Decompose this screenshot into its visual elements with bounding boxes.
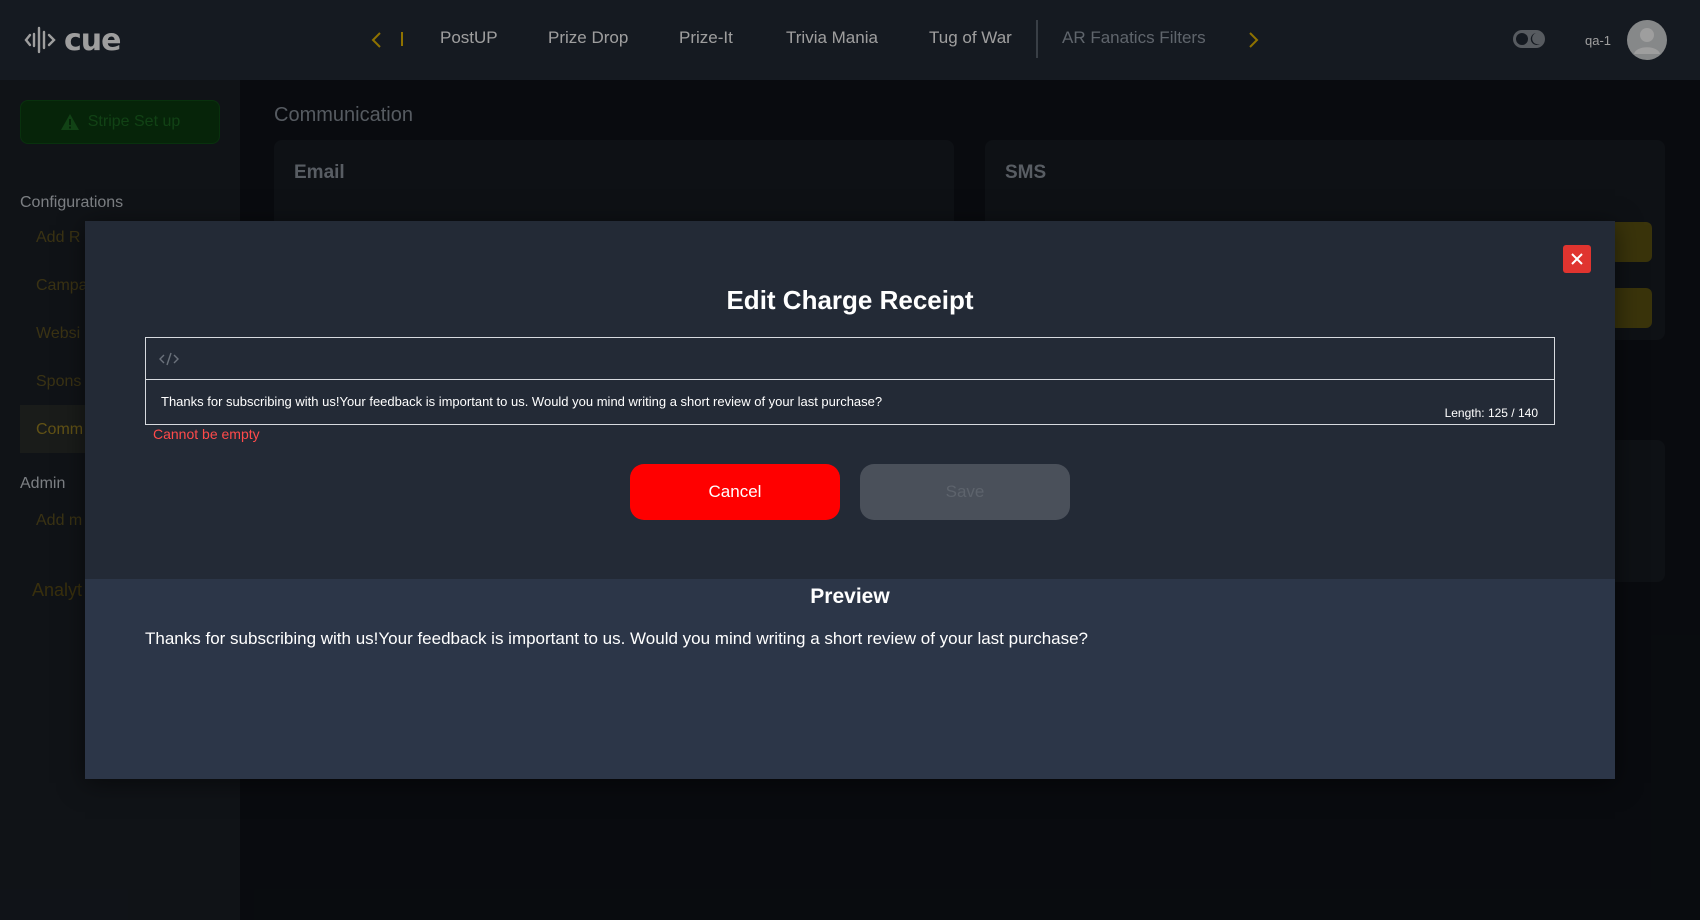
validation-error: Cannot be empty [153, 426, 260, 442]
save-button[interactable]: Save [860, 464, 1070, 520]
editor-toolbar [146, 338, 1554, 380]
preview-panel: Preview Thanks for subscribing with us!Y… [85, 579, 1615, 779]
modal-title: Edit Charge Receipt [726, 285, 974, 315]
close-icon [1571, 253, 1583, 265]
character-count: Length: 125 / 140 [1444, 406, 1538, 420]
close-button[interactable] [1563, 245, 1591, 273]
cancel-button[interactable]: Cancel [630, 464, 840, 520]
editor-content[interactable]: Thanks for subscribing with us!Your feed… [161, 394, 882, 409]
preview-text: Thanks for subscribing with us!Your feed… [145, 629, 1089, 648]
message-editor[interactable]: Thanks for subscribing with us!Your feed… [145, 337, 1555, 425]
edit-charge-receipt-modal: Edit Charge Receipt Thanks for subscribi… [85, 221, 1615, 779]
code-view-icon[interactable] [158, 350, 180, 368]
preview-title: Preview [810, 585, 890, 608]
